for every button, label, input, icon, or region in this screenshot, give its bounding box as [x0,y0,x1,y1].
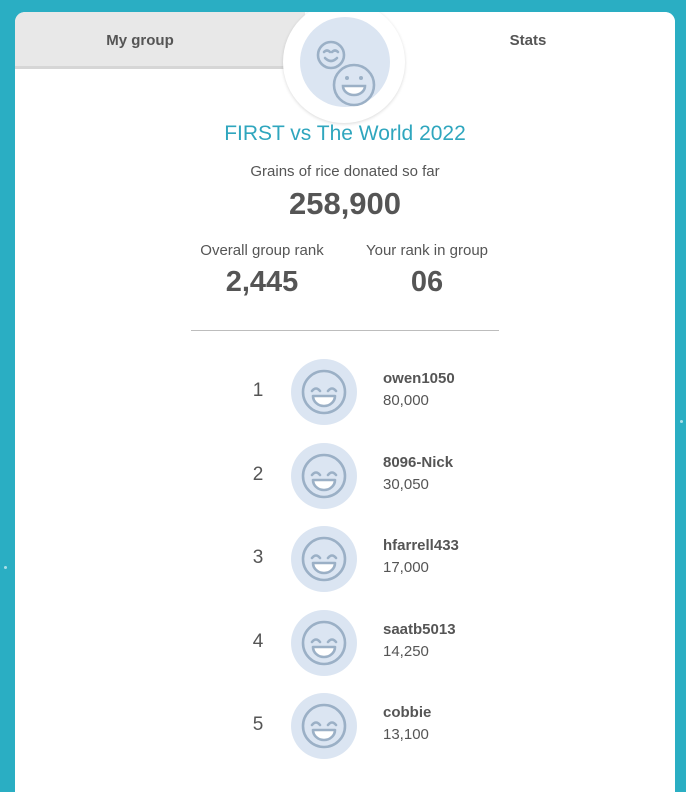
leaderboard-name: saatb5013 [383,621,456,638]
leaderboard-grains: 14,250 [383,643,429,660]
leaderboard-rank: 2 [252,464,264,485]
leaderboard-rank: 3 [252,547,264,568]
leaderboard-row[interactable]: 2 8096-Nick 30,050 [15,441,675,511]
leaderboard-row[interactable]: 4 saatb5013 14,250 [15,608,675,678]
avatar [291,443,357,509]
leaderboard-name: 8096-Nick [383,454,454,471]
group-panel: My group Stats FIRST vs The World 2022 G… [15,12,675,792]
grinning-face-icon [301,703,347,749]
tab-stats-label: Stats [509,32,547,49]
leaderboard-row[interactable]: 1 owen1050 80,000 [15,357,675,427]
leaderboard-grains: 80,000 [383,392,429,409]
leaderboard-name: cobbie [383,704,432,721]
leaderboard-row[interactable]: 3 hfarrell433 17,000 [15,524,675,594]
grinning-face-icon [301,369,347,415]
overall-rank: Overall group rank 2,445 [172,242,352,299]
leaderboard-rank: 1 [252,380,264,401]
overall-rank-label: Overall group rank [200,242,324,259]
avatar [291,359,357,425]
group-badge [300,17,390,107]
divider [191,330,499,331]
leaderboard-name: owen1050 [383,370,455,387]
leaderboard-rank: 5 [252,714,264,735]
donated-label: Grains of rice donated so far [250,163,440,180]
overall-rank-value: 2,445 [225,266,299,298]
grinning-face-icon [301,620,347,666]
leaderboard-grains: 13,100 [383,726,429,743]
leaderboard-row[interactable]: 5 cobbie 13,100 [15,691,675,761]
background-speck [4,566,7,569]
background-speck [680,420,683,423]
your-rank: Your rank in group 06 [337,242,517,299]
donated-value: 258,900 [288,186,402,221]
leaderboard-grains: 30,050 [383,476,429,493]
tab-stats[interactable]: Stats [385,12,675,69]
avatar [291,526,357,592]
tab-my-group-label: My group [106,32,174,49]
group-title: FIRST vs The World 2022 [224,122,466,145]
grinning-face-icon [301,536,347,582]
leaderboard-rank: 4 [252,631,264,652]
tab-my-group[interactable]: My group [15,12,305,69]
your-rank-label: Your rank in group [365,242,489,259]
your-rank-value: 06 [410,266,444,298]
grinning-faces-icon [316,40,376,107]
avatar [291,610,357,676]
leaderboard-name: hfarrell433 [383,537,459,554]
leaderboard-grains: 17,000 [383,559,429,576]
avatar [291,693,357,759]
grinning-face-icon [301,453,347,499]
